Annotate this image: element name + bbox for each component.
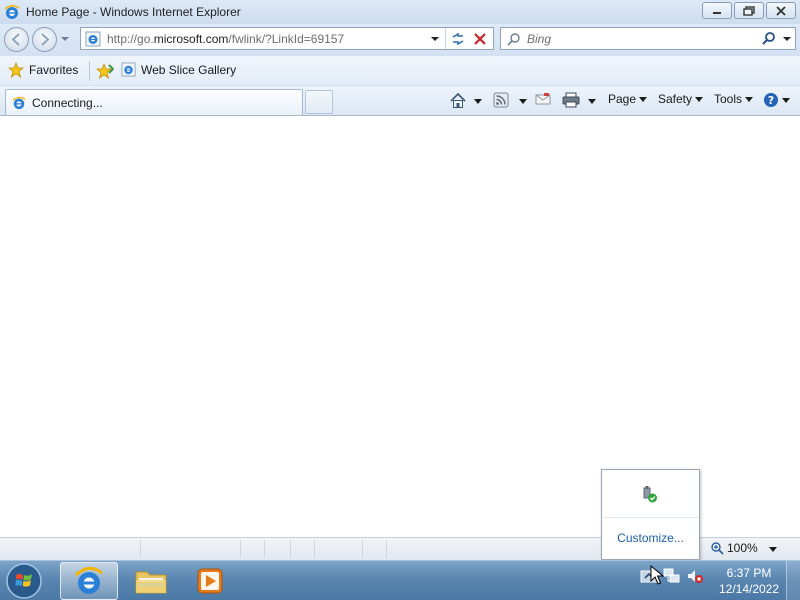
home-icon	[450, 92, 466, 108]
search-box[interactable]: Bing	[500, 27, 796, 50]
start-button[interactable]	[4, 562, 48, 600]
tools-dropdown-icon	[745, 96, 754, 102]
home-dropdown-icon[interactable]	[474, 99, 482, 104]
taskbar-windows-explorer[interactable]	[122, 562, 180, 600]
clock-date: 12/14/2022	[718, 582, 780, 596]
network-icon[interactable]	[663, 567, 681, 585]
address-url[interactable]: http://go.microsoft.com/fwlink/?LinkId=6…	[107, 32, 344, 46]
search-icon[interactable]	[761, 31, 777, 47]
home-button[interactable]	[449, 92, 467, 110]
back-button[interactable]	[4, 27, 29, 52]
clock[interactable]: 6:37 PM 12/14/2022	[716, 565, 782, 597]
svg-text:?: ?	[768, 94, 774, 107]
help-icon: ?	[764, 93, 778, 107]
favorites-bar: Favorites Web Slice Gallery	[0, 56, 800, 86]
notification-overflow-popup: Customize...	[601, 469, 700, 560]
page-dropdown-icon	[639, 96, 648, 102]
close-button[interactable]	[766, 2, 796, 19]
help-dropdown-icon	[782, 97, 790, 103]
new-tab-button[interactable]	[305, 90, 333, 114]
search-placeholder: Bing	[527, 31, 552, 46]
help-menu[interactable]: ?	[763, 92, 790, 108]
bing-search-icon	[507, 32, 520, 46]
back-arrow-icon	[11, 33, 20, 46]
mouse-cursor-icon	[650, 565, 664, 585]
add-to-favorites-bar-icon[interactable]	[96, 63, 114, 79]
window-title: Home Page - Windows Internet Explorer	[26, 5, 241, 19]
print-button[interactable]	[562, 92, 580, 108]
restore-button[interactable]	[734, 2, 764, 19]
web-slice-ie-icon	[121, 62, 136, 77]
rss-feed-icon	[493, 92, 509, 108]
safety-menu[interactable]: Safety	[658, 92, 704, 106]
clock-time: 6:37 PM	[726, 566, 772, 580]
recent-pages-dropdown-icon[interactable]	[60, 34, 70, 44]
media-player-icon	[197, 568, 223, 594]
search-options-dropdown-icon[interactable]	[782, 34, 792, 44]
show-desktop-button[interactable]	[786, 561, 800, 600]
taskbar-media-player[interactable]	[181, 562, 239, 600]
favorites-button[interactable]: Favorites	[8, 62, 78, 78]
tools-menu-label: Tools	[714, 92, 743, 106]
favorites-label: Favorites	[29, 63, 79, 77]
tab-label: Connecting...	[32, 95, 103, 110]
forward-button[interactable]	[32, 27, 57, 52]
feeds-button[interactable]	[493, 92, 509, 108]
refresh-icon[interactable]	[449, 30, 467, 48]
navigation-bar: http://go.microsoft.com/fwlink/?LinkId=6…	[0, 24, 800, 56]
address-dropdown-icon[interactable]	[429, 33, 441, 45]
safely-remove-hardware-icon[interactable]	[640, 485, 660, 505]
taskbar-internet-explorer[interactable]	[60, 562, 118, 600]
page-menu-label: Page	[608, 92, 637, 106]
volume-muted-icon[interactable]	[686, 567, 704, 585]
favorites-star-icon	[8, 62, 24, 78]
title-bar: Home Page - Windows Internet Explorer	[0, 0, 800, 24]
print-icon	[562, 92, 580, 108]
favorites-separator	[89, 61, 90, 81]
minimize-button[interactable]	[702, 2, 732, 19]
read-mail-button[interactable]	[535, 92, 551, 106]
web-slice-gallery-link[interactable]: Web Slice Gallery	[121, 62, 236, 77]
restore-icon	[743, 5, 755, 16]
page-ie-icon	[85, 31, 101, 46]
taskbar: 6:37 PM 12/14/2022	[0, 560, 800, 600]
zoom-icon	[711, 542, 724, 555]
close-icon	[776, 5, 786, 16]
safety-menu-label: Safety	[658, 92, 693, 106]
windows-orb-icon	[6, 563, 42, 599]
print-dropdown-icon[interactable]	[588, 99, 596, 104]
zoom-value: 100%	[727, 541, 758, 555]
zoom-level-button[interactable]: 100%	[710, 541, 758, 555]
ie-logo-icon	[4, 5, 20, 19]
stop-icon[interactable]	[471, 30, 489, 48]
tab-command-bar: Connecting... Page Safety Tools ?	[0, 86, 800, 116]
feeds-dropdown-icon[interactable]	[519, 99, 527, 104]
tab-connecting[interactable]: Connecting...	[5, 89, 303, 115]
safety-dropdown-icon	[695, 96, 704, 102]
internet-explorer-icon	[74, 567, 103, 594]
tab-ie-icon	[12, 96, 26, 109]
page-menu[interactable]: Page	[608, 92, 648, 106]
folder-icon	[135, 571, 167, 594]
forward-arrow-icon	[41, 33, 50, 46]
address-bar[interactable]: http://go.microsoft.com/fwlink/?LinkId=6…	[80, 27, 494, 50]
minimize-icon	[713, 11, 721, 14]
web-slice-gallery-label: Web Slice Gallery	[141, 62, 237, 77]
mail-icon	[535, 93, 551, 105]
zoom-dropdown-icon[interactable]	[769, 547, 777, 552]
tools-menu[interactable]: Tools	[714, 92, 754, 106]
customize-link[interactable]: Customize...	[602, 531, 699, 545]
